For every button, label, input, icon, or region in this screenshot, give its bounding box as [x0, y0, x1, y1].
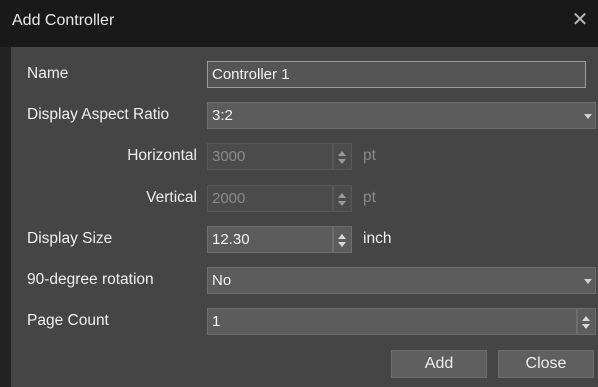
spinner-up-icon	[338, 151, 346, 156]
display-size-row: Display Size 12.30 inch	[11, 226, 598, 254]
display-size-input[interactable]: 12.30	[207, 226, 333, 253]
name-row: Name Controller 1	[11, 61, 598, 89]
chevron-down-icon[interactable]	[582, 103, 595, 128]
name-input[interactable]: Controller 1	[207, 61, 586, 88]
horizontal-value: 3000	[212, 148, 246, 165]
name-label: Name	[27, 65, 69, 82]
add-button[interactable]: Add	[391, 350, 487, 378]
spinner-up-icon	[582, 316, 590, 321]
dialog-body: Name Controller 1 Display Aspect Ratio 3…	[11, 47, 598, 387]
vertical-label: Vertical	[146, 189, 197, 206]
name-value: Controller 1	[212, 66, 290, 83]
aspect-ratio-label: Display Aspect Ratio	[27, 106, 170, 123]
chevron-down-icon[interactable]	[582, 268, 595, 293]
close-icon[interactable]: ✕	[568, 8, 592, 32]
horizontal-row: Horizontal 3000 pt	[11, 143, 598, 171]
horizontal-spinner[interactable]	[333, 143, 352, 170]
spinner-down-icon	[338, 159, 346, 164]
page-count-spinner[interactable]	[577, 308, 596, 335]
close-button[interactable]: Close	[498, 350, 594, 378]
rotation-select[interactable]: No	[207, 267, 596, 294]
rotation-label: 90-degree rotation	[27, 271, 154, 288]
horizontal-unit: pt	[363, 147, 376, 164]
spinner-up-icon	[338, 234, 346, 239]
spinner-down-icon	[338, 201, 346, 206]
vertical-value: 2000	[212, 190, 246, 207]
add-controller-dialog: Add Controller ✕ Name Controller 1 Displ…	[0, 0, 598, 387]
vertical-row: Vertical 2000 pt	[11, 185, 598, 213]
page-count-row: Page Count 1	[11, 308, 598, 336]
aspect-ratio-value: 3:2	[212, 107, 233, 124]
dialog-title: Add Controller	[12, 12, 115, 29]
horizontal-label: Horizontal	[127, 147, 197, 164]
page-count-value: 1	[212, 313, 221, 330]
display-size-value: 12.30	[212, 231, 250, 248]
display-size-spinner[interactable]	[333, 226, 352, 253]
aspect-ratio-row: Display Aspect Ratio 3:2	[11, 102, 598, 130]
aspect-ratio-select[interactable]: 3:2	[207, 102, 596, 129]
spinner-up-icon	[338, 193, 346, 198]
rotation-row: 90-degree rotation No	[11, 267, 598, 295]
spinner-down-icon	[582, 324, 590, 329]
horizontal-input[interactable]: 3000	[207, 143, 333, 170]
vertical-unit: pt	[363, 189, 376, 206]
display-size-label: Display Size	[27, 230, 113, 247]
vertical-input[interactable]: 2000	[207, 185, 333, 212]
page-count-input[interactable]: 1	[207, 308, 577, 335]
rotation-value: No	[212, 272, 232, 289]
vertical-spinner[interactable]	[333, 185, 352, 212]
display-size-unit: inch	[363, 230, 392, 247]
spinner-down-icon	[338, 242, 346, 247]
title-bar: Add Controller ✕	[0, 0, 598, 47]
page-count-label: Page Count	[27, 312, 109, 329]
